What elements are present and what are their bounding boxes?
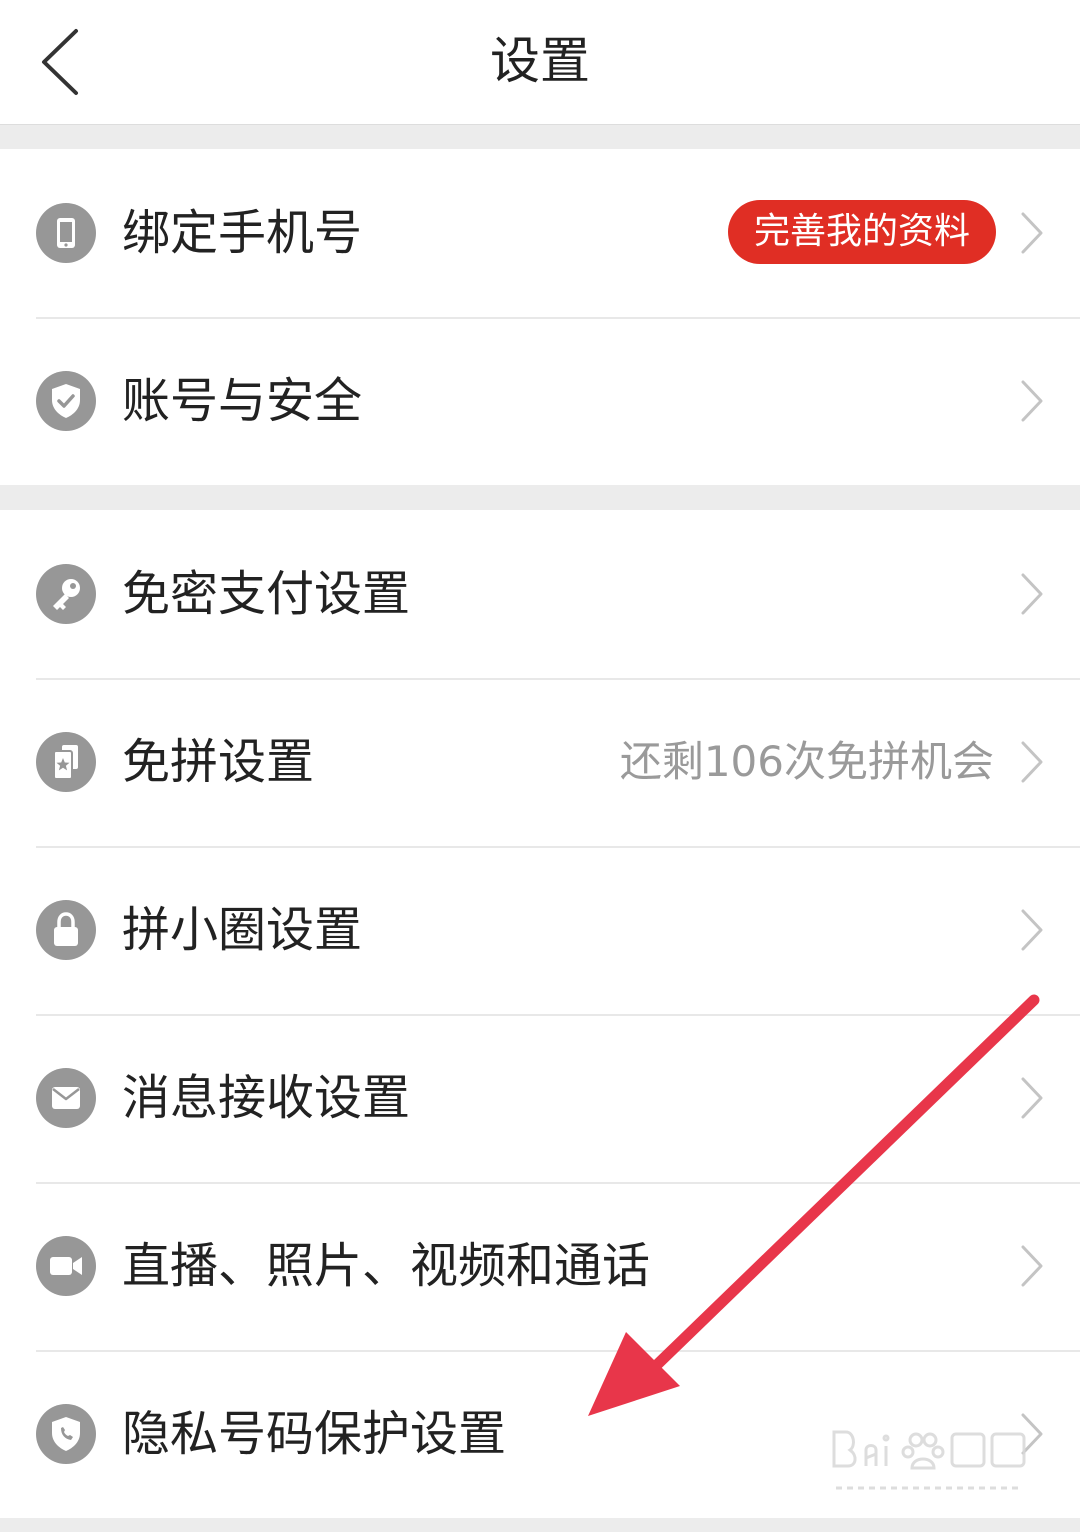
- row-label: 账号与安全: [122, 373, 363, 429]
- row-message-settings[interactable]: 消息接收设置: [0, 1014, 1080, 1182]
- header-bar: 设置: [0, 0, 1080, 125]
- settings-group-features: 免密支付设置 免拼设置 还剩106次免拼机会 拼小圈设置 消息接收设置 直播、照…: [0, 510, 1080, 1518]
- shield-check-icon: [36, 371, 96, 431]
- row-privacy-number-protection[interactable]: 隐私号码保护设置: [0, 1350, 1080, 1518]
- row-label: 免密支付设置: [122, 566, 411, 622]
- chevron-right-icon: [1021, 909, 1043, 951]
- row-group-free-settings[interactable]: 免拼设置 还剩106次免拼机会: [0, 678, 1080, 846]
- row-password-free-payment[interactable]: 免密支付设置: [0, 510, 1080, 678]
- row-label: 直播、照片、视频和通话: [122, 1238, 651, 1294]
- row-label: 免拼设置: [122, 734, 315, 790]
- chevron-right-icon: [1021, 212, 1043, 254]
- row-circle-settings[interactable]: 拼小圈设置: [0, 846, 1080, 1014]
- row-label: 消息接收设置: [122, 1070, 411, 1126]
- page-title: 设置: [490, 32, 590, 90]
- key-icon: [36, 564, 96, 624]
- row-account-security[interactable]: 账号与安全: [0, 317, 1080, 485]
- row-label: 隐私号码保护设置: [122, 1406, 507, 1462]
- chevron-right-icon: [1021, 741, 1043, 783]
- row-bind-phone[interactable]: 绑定手机号 完善我的资料: [0, 149, 1080, 317]
- row-label: 绑定手机号: [122, 205, 363, 261]
- row-live-photo-video-call[interactable]: 直播、照片、视频和通话: [0, 1182, 1080, 1350]
- complete-profile-badge[interactable]: 完善我的资料: [727, 200, 996, 264]
- chevron-right-icon: [1021, 1077, 1043, 1119]
- settings-group-account: 绑定手机号 完善我的资料 账号与安全: [0, 149, 1080, 485]
- star-card-icon: [36, 732, 96, 792]
- chevron-right-icon: [1021, 1413, 1043, 1455]
- phone-icon: [36, 203, 96, 263]
- row-label: 拼小圈设置: [122, 902, 363, 958]
- chevron-right-icon: [1021, 573, 1043, 615]
- shield-phone-icon: [36, 1404, 96, 1464]
- lock-icon: [36, 900, 96, 960]
- chevron-right-icon: [1021, 380, 1043, 422]
- mail-icon: [36, 1068, 96, 1128]
- chevron-right-icon: [1021, 1245, 1043, 1287]
- remaining-chances-text: 还剩106次免拼机会: [619, 737, 994, 786]
- video-camera-icon: [36, 1236, 96, 1296]
